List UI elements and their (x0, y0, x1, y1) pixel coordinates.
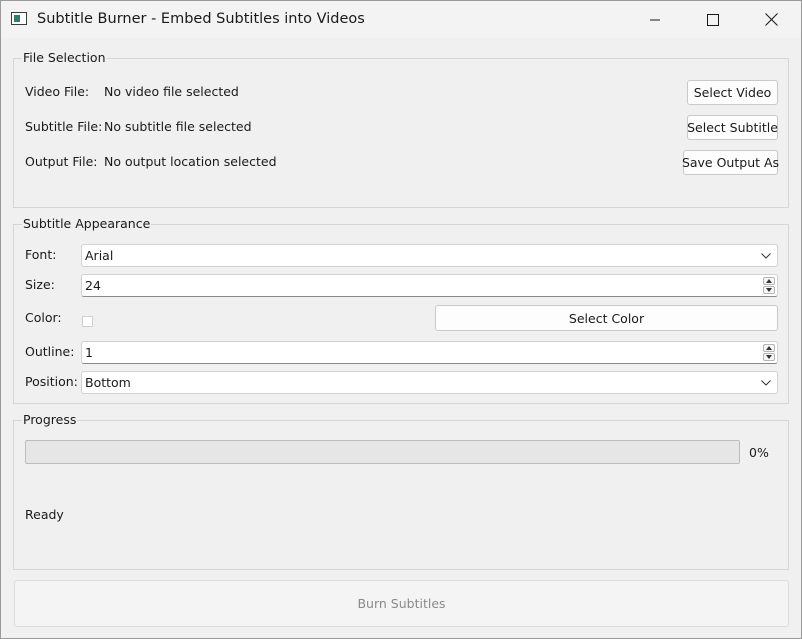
size-increment-button[interactable] (763, 277, 775, 285)
outline-value: 1 (85, 345, 93, 360)
maximize-icon (707, 13, 719, 26)
chevron-down-icon (761, 379, 771, 386)
maximize-button[interactable] (684, 1, 742, 38)
select-subtitle-button[interactable]: Select Subtitle (687, 115, 778, 140)
color-label: Color: (25, 310, 62, 325)
size-value: 24 (85, 278, 101, 293)
window-title: Subtitle Burner - Embed Subtitles into V… (37, 11, 365, 27)
outline-decrement-button[interactable] (763, 353, 775, 361)
appearance-title: Subtitle Appearance (22, 216, 152, 231)
app-icon (11, 12, 27, 25)
position-value: Bottom (85, 375, 131, 390)
select-video-button[interactable]: Select Video (687, 80, 778, 105)
subtitle-file-value: No subtitle file selected (104, 119, 252, 134)
color-swatch (82, 316, 93, 327)
size-decrement-button[interactable] (763, 286, 775, 294)
spin-down-icon (766, 355, 772, 359)
progress-percent: 0% (749, 445, 769, 460)
spin-down-icon (766, 288, 772, 292)
font-value: Arial (85, 248, 114, 263)
outline-spinbox[interactable]: 1 (81, 341, 778, 364)
size-spin-buttons (763, 277, 775, 294)
output-file-value: No output location selected (104, 154, 277, 169)
close-icon (764, 13, 778, 26)
video-file-value: No video file selected (104, 84, 239, 99)
title-bar[interactable]: Subtitle Burner - Embed Subtitles into V… (1, 1, 801, 38)
progress-title: Progress (22, 412, 78, 427)
font-combobox[interactable]: Arial (81, 244, 778, 267)
font-label: Font: (25, 247, 57, 262)
main-window: Subtitle Burner - Embed Subtitles into V… (0, 0, 802, 639)
burn-subtitles-button[interactable]: Burn Subtitles (14, 580, 789, 627)
outline-increment-button[interactable] (763, 344, 775, 352)
video-file-label: Video File: (25, 84, 90, 99)
chevron-down-icon (761, 252, 771, 259)
outline-label: Outline: (25, 344, 75, 359)
subtitle-file-label: Subtitle File: (25, 119, 103, 134)
spin-up-icon (766, 346, 772, 350)
status-text: Ready (25, 507, 64, 522)
close-button[interactable] (742, 1, 800, 38)
output-file-label: Output File: (25, 154, 98, 169)
size-label: Size: (25, 277, 55, 292)
minimize-icon (650, 19, 660, 20)
position-label: Position: (25, 374, 78, 389)
size-spinbox[interactable]: 24 (81, 274, 778, 297)
outline-spin-buttons (763, 344, 775, 361)
position-combobox[interactable]: Bottom (81, 371, 778, 394)
minimize-button[interactable] (626, 1, 684, 38)
save-output-button[interactable]: Save Output As (682, 150, 779, 175)
select-color-button[interactable]: Select Color (435, 305, 778, 331)
spin-up-icon (766, 279, 772, 283)
progress-bar (25, 440, 740, 464)
file-selection-title: File Selection (22, 50, 107, 65)
